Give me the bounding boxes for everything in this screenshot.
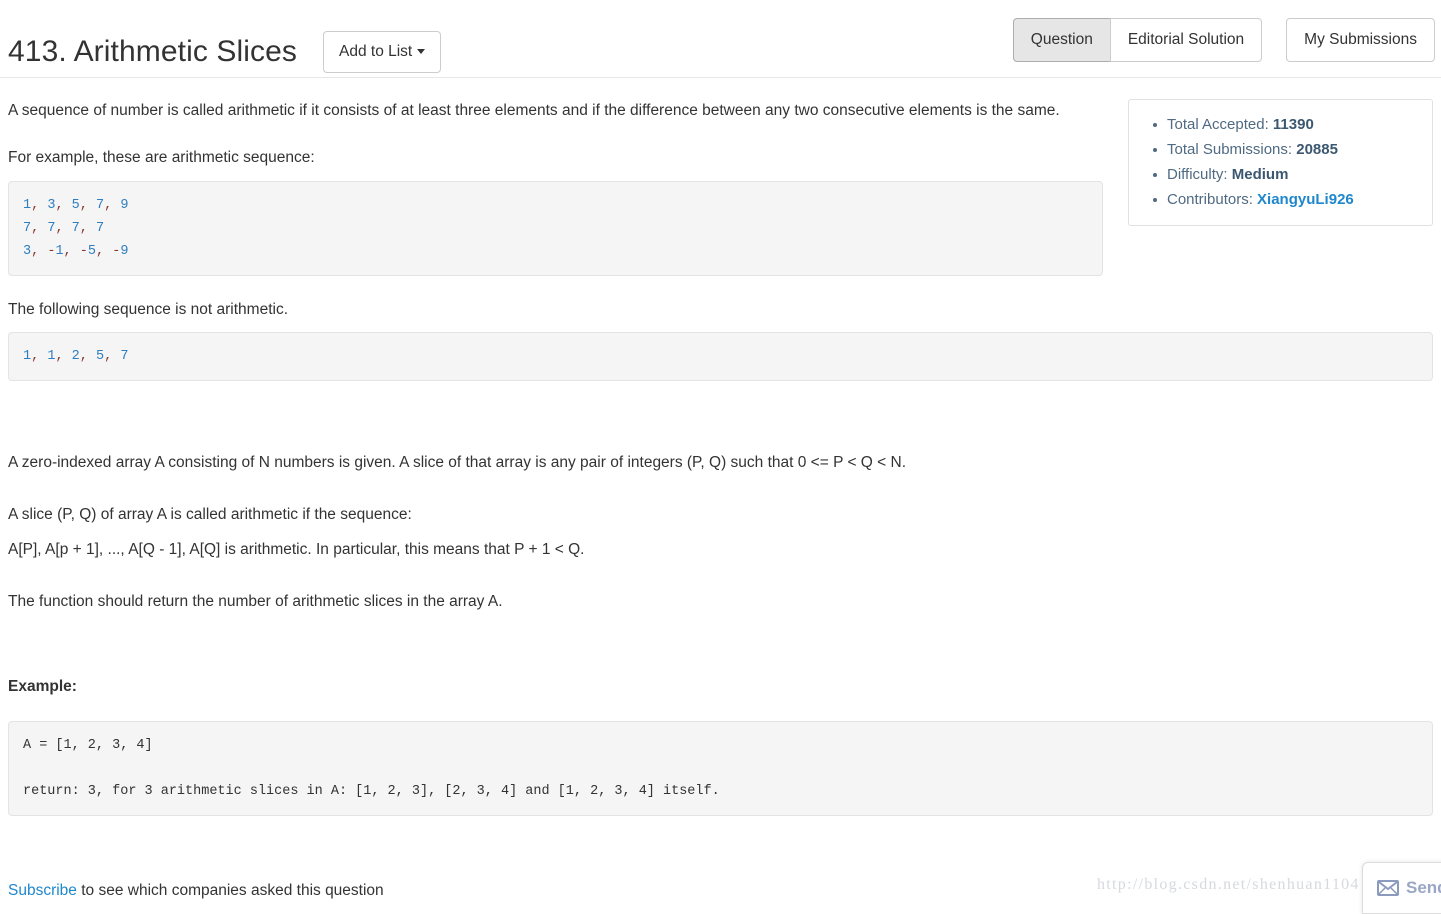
stat-label: Contributors: bbox=[1167, 191, 1253, 208]
header-right-group: Question Editorial Solution My Submissio… bbox=[1012, 18, 1435, 62]
paragraph-slice-definition: A[P], A[p + 1], ..., A[Q - 1], A[Q] is a… bbox=[8, 540, 585, 558]
envelope-icon bbox=[1377, 880, 1399, 896]
paragraph-zero-indexed: A zero-indexed array A consisting of N n… bbox=[8, 454, 907, 472]
page-header: 413. Arithmetic Slices Add to List Quest… bbox=[0, 0, 1441, 78]
paragraph-for-example: For example, these are arithmetic sequen… bbox=[8, 148, 315, 166]
paragraph-function-return: The function should return the number of… bbox=[8, 592, 503, 610]
question-stats-panel: Total Accepted: 11390 Total Submissions:… bbox=[1128, 99, 1433, 226]
code-block-not-arithmetic: 1, 1, 2, 5, 7 bbox=[8, 332, 1433, 382]
question-description-continued: A zero-indexed array A consisting of N n… bbox=[8, 403, 1103, 699]
stat-difficulty: Difficulty: Medium bbox=[1153, 162, 1422, 187]
content-wrapper: A sequence of number is called arithmeti… bbox=[0, 78, 1441, 817]
subscribe-rest-text: to see which companies asked this questi… bbox=[76, 882, 384, 899]
chevron-down-icon bbox=[417, 48, 426, 54]
stat-total-submissions: Total Submissions: 20885 bbox=[1153, 137, 1422, 162]
paragraph-not-arithmetic: The following sequence is not arithmetic… bbox=[8, 300, 289, 318]
stat-label: Difficulty: bbox=[1167, 166, 1228, 183]
stat-label: Total Submissions: bbox=[1167, 141, 1293, 158]
stat-total-accepted: Total Accepted: 11390 bbox=[1153, 112, 1422, 137]
stat-value: Medium bbox=[1231, 166, 1289, 183]
page-title: 413. Arithmetic Slices bbox=[8, 35, 297, 69]
chat-send-label: Send bbox=[1406, 878, 1441, 897]
example-code-line-1: A = [1, 2, 3, 4] bbox=[23, 738, 153, 754]
tab-editorial-solution[interactable]: Editorial Solution bbox=[1109, 18, 1263, 62]
subscribe-footer: Subscribe to see which companies asked t… bbox=[8, 880, 384, 902]
add-to-list-label: Add to List bbox=[339, 43, 413, 61]
example-code-line-2: return: 3, for 3 arithmetic slices in A:… bbox=[23, 784, 720, 800]
contributor-link[interactable]: XiangyuLi926 bbox=[1257, 191, 1354, 208]
code-block-example: A = [1, 2, 3, 4] return: 3, for 3 arithm… bbox=[8, 721, 1433, 817]
my-submissions-button[interactable]: My Submissions bbox=[1286, 18, 1435, 62]
paragraph-slice-called: A slice (P, Q) of array A is called arit… bbox=[8, 506, 412, 524]
question-description: A sequence of number is called arithmeti… bbox=[8, 78, 1103, 322]
example-heading: Example: bbox=[8, 677, 77, 695]
stat-value: 11390 bbox=[1272, 116, 1314, 133]
question-tabs: Question Editorial Solution bbox=[1012, 18, 1263, 62]
stats-list: Total Accepted: 11390 Total Submissions:… bbox=[1139, 112, 1422, 212]
add-to-list-button[interactable]: Add to List bbox=[323, 31, 442, 74]
code-block-arithmetic-examples: 1, 3, 5, 7, 9 7, 7, 7, 7 3, -1, -5, -9 bbox=[8, 180, 1103, 276]
paragraph-intro: A sequence of number is called arithmeti… bbox=[8, 102, 1060, 119]
stat-contributors: Contributors: XiangyuLi926 bbox=[1153, 187, 1422, 212]
stat-value: 20885 bbox=[1296, 141, 1338, 158]
chat-send-widget[interactable]: Send bbox=[1362, 862, 1441, 914]
stat-label: Total Accepted: bbox=[1167, 116, 1269, 133]
tab-question[interactable]: Question bbox=[1012, 18, 1111, 62]
subscribe-link[interactable]: Subscribe bbox=[8, 882, 77, 899]
watermark-text: http://blog.csdn.net/shenhuan1104 bbox=[1097, 876, 1360, 893]
